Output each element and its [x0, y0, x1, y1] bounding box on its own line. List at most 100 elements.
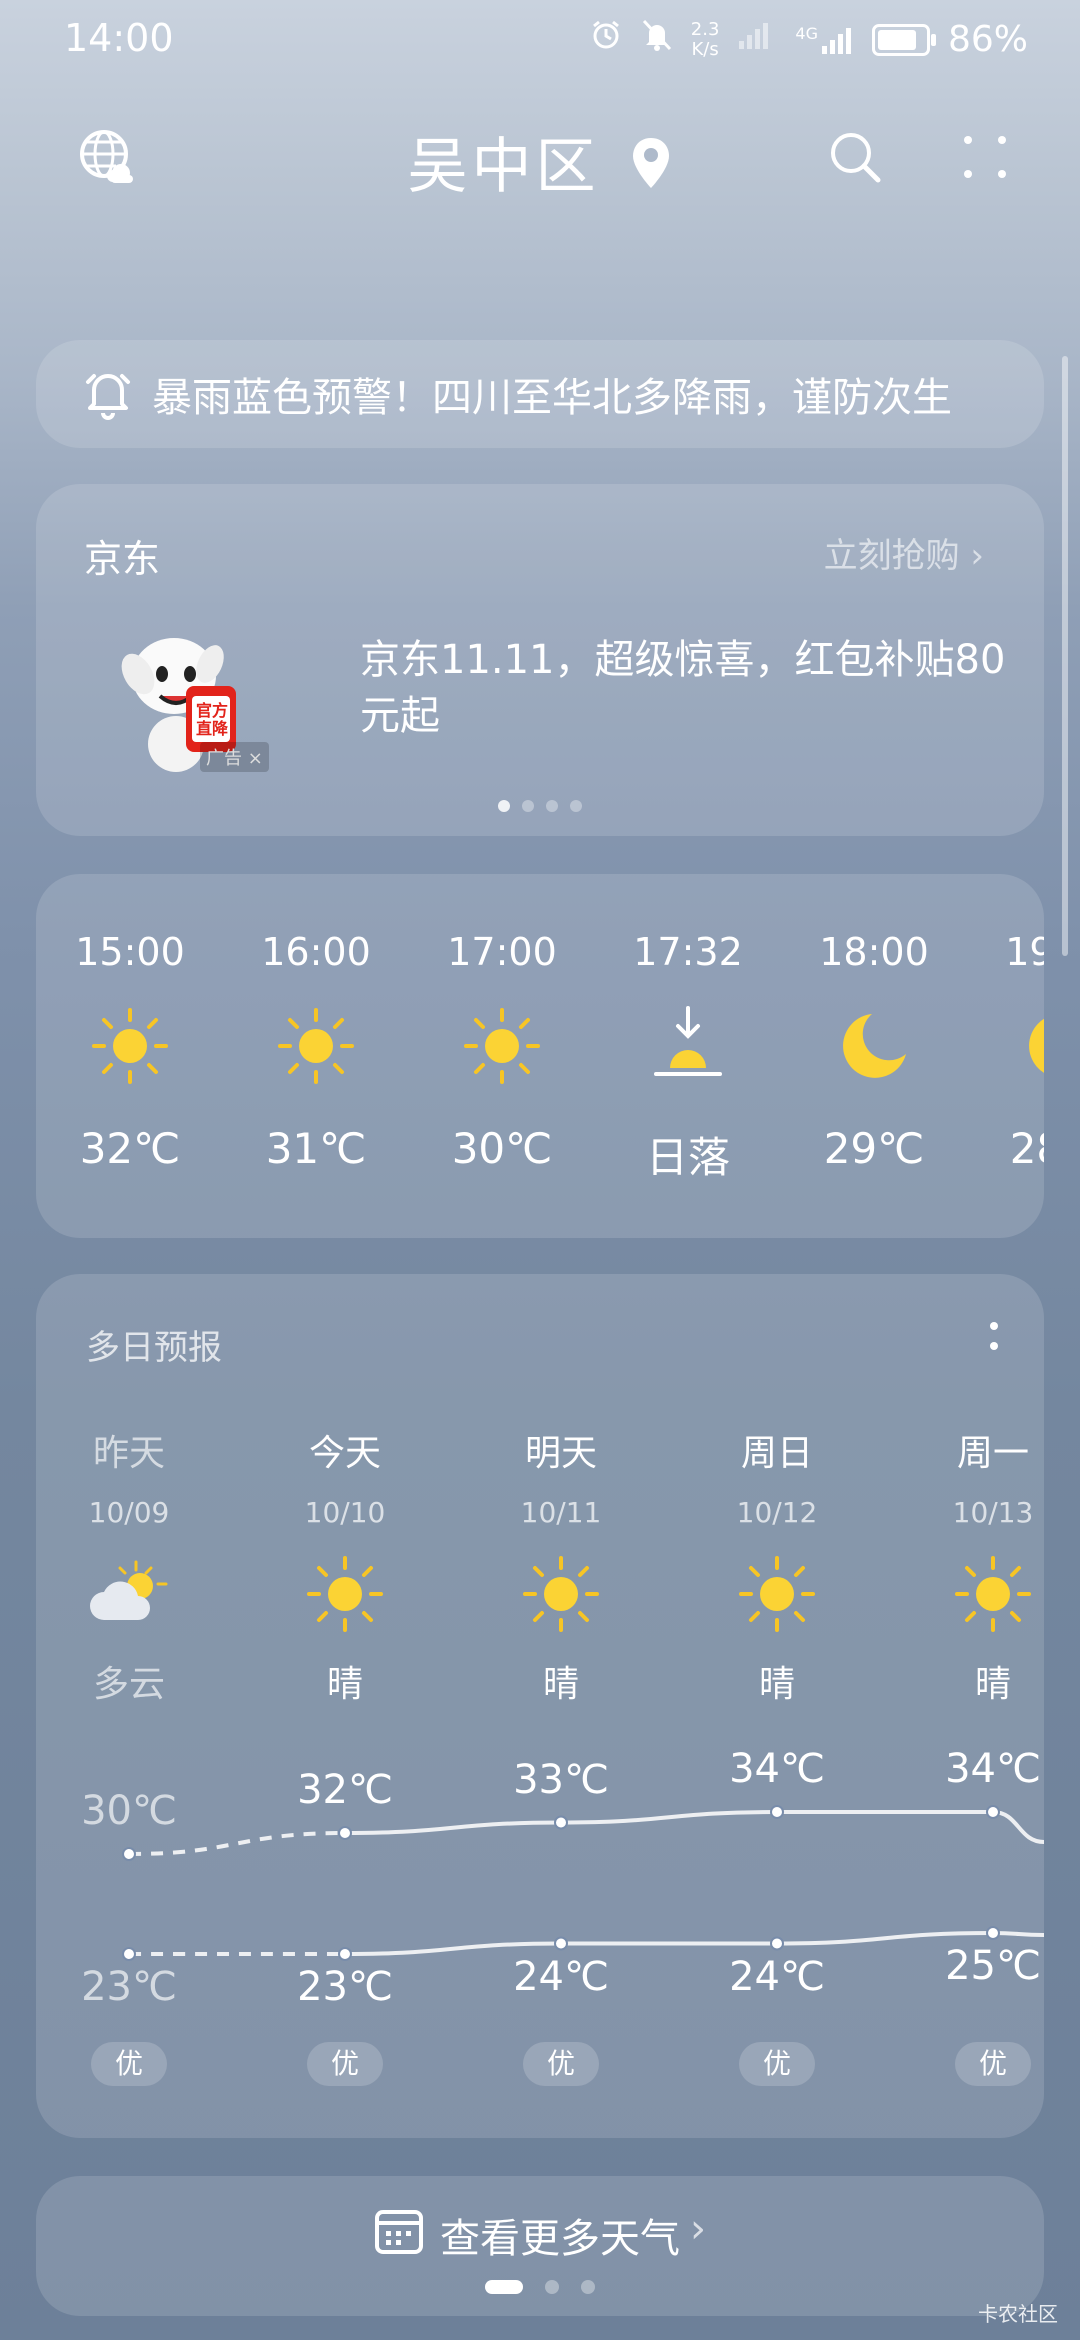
alarm-icon	[589, 18, 623, 61]
high-temp-label: 30℃	[81, 1788, 177, 1834]
high-temp-label: 34℃	[729, 1746, 825, 1792]
chevron-right-icon: ›	[690, 2206, 706, 2252]
net-speed-unit: K/s	[691, 38, 719, 60]
hourly-time: 17:00	[447, 930, 557, 974]
hourly-item: 18:00 29℃	[794, 874, 954, 1173]
status-time: 14:00	[64, 16, 174, 60]
daily-forecast[interactable]: 多日预报 昨天 10/09 多云 今天 10/10 晴 明天 10/11 晴 周…	[36, 1274, 1044, 2138]
hourly-time: 18:00	[819, 930, 929, 974]
carousel-dot[interactable]	[546, 800, 558, 812]
bell-icon	[84, 368, 132, 420]
battery-icon	[871, 23, 936, 56]
watermark: 卡农社区	[978, 2302, 1058, 2326]
more-weather-label: 查看更多天气	[440, 2216, 680, 2262]
trend-segment	[992, 1810, 1044, 1844]
moon-icon	[980, 1004, 1044, 1088]
sunset-icon	[608, 1004, 768, 1088]
low-temp-point	[770, 1936, 784, 1951]
alert-text: 暴雨蓝色预警！四川至华北多降雨，谨防次生	[152, 375, 952, 421]
low-temp-point	[122, 1947, 136, 1961]
moon-icon	[794, 1004, 954, 1088]
hourly-time: 15:00	[75, 930, 185, 974]
weather-alert-banner[interactable]: 暴雨蓝色预警！四川至华北多降雨，谨防次生	[36, 340, 1044, 448]
sun-icon	[236, 1004, 396, 1088]
ad-card[interactable]: 京东 立刻抢购 › 官方直降 广告 × 京东11.11，超级惊喜，红包补贴80元…	[36, 484, 1044, 836]
past-trend-segment	[128, 1831, 346, 1856]
hourly-temp: 30℃	[451, 1124, 553, 1173]
page-dot[interactable]	[545, 2280, 559, 2294]
city-title[interactable]: 吴中区	[0, 118, 1080, 205]
high-temp-point	[338, 1826, 352, 1840]
battery-percent: 86%	[947, 19, 1028, 60]
air-quality-badge: 优	[91, 2042, 167, 2086]
signal-label: 4G	[795, 23, 818, 43]
high-temp-point	[122, 1847, 136, 1861]
hourly-item: 19:00 28℃	[980, 874, 1044, 1173]
calendar-icon	[374, 2206, 424, 2266]
high-temp-point	[770, 1805, 784, 1819]
page-indicator	[0, 2280, 1080, 2294]
ad-brand: 京东	[84, 537, 161, 581]
trend-segment	[560, 1810, 778, 1825]
high-temp-label: 32℃	[297, 1767, 393, 1813]
signal-4g-icon: 4G	[795, 24, 854, 56]
low-temp-point	[554, 1936, 568, 1951]
ad-cta-link[interactable]: 立刻抢购 ›	[824, 528, 984, 577]
air-quality-badge: 优	[523, 2042, 599, 2086]
sun-icon	[50, 1004, 210, 1088]
ad-close-tag[interactable]: 广告 ×	[200, 742, 269, 772]
hourly-item: 15:00 32℃	[50, 874, 210, 1173]
trend-segment	[776, 1931, 994, 1946]
network-speed: 2.3 K/s	[690, 18, 720, 60]
air-quality-badge: 优	[955, 2042, 1031, 2086]
trend-segment	[992, 1931, 1044, 1937]
hourly-time: 19:00	[1005, 930, 1044, 974]
trend-segment	[344, 1941, 562, 1956]
hourly-temp: 日落	[645, 1133, 730, 1182]
mascot-sign-text: 官方直降	[195, 701, 228, 738]
sun-icon	[422, 1004, 582, 1088]
high-temp-point	[986, 1805, 1000, 1819]
ad-text: 京东11.11，超级惊喜，红包补贴80元起	[360, 637, 1006, 739]
status-bar: 14:00 2.3 K/s 4G 86%	[0, 0, 1080, 80]
hourly-time: 17:32	[633, 930, 743, 974]
low-temp-label: 23℃	[81, 1964, 177, 2010]
air-quality-badge: 优	[307, 2042, 383, 2086]
city-name: 吴中区	[407, 132, 600, 202]
page-dot[interactable]	[485, 2280, 523, 2294]
low-temp-point	[986, 1926, 1000, 1940]
low-temp-label: 24℃	[513, 1953, 609, 2000]
high-temp-point	[554, 1815, 568, 1830]
hourly-item: 17:32 日落	[608, 874, 768, 1185]
carousel-dot[interactable]	[498, 800, 510, 812]
hourly-time: 16:00	[261, 930, 371, 974]
signal-icon	[737, 19, 777, 60]
search-icon[interactable]	[820, 122, 890, 192]
low-temp-point	[338, 1947, 352, 1961]
hourly-temp: 28℃	[1009, 1124, 1044, 1173]
mute-bell-icon	[641, 18, 673, 61]
hourly-temp: 32℃	[79, 1124, 181, 1173]
high-temp-label: 33℃	[513, 1756, 609, 1803]
ad-cta-label: 立刻抢购	[823, 536, 960, 576]
carousel-dot[interactable]	[570, 800, 582, 812]
carousel-dot[interactable]	[522, 800, 534, 812]
trend-segment	[344, 1820, 562, 1835]
more-weather-button[interactable]: 查看更多天气 ›	[36, 2176, 1044, 2316]
page-dot[interactable]	[581, 2280, 595, 2294]
hourly-item: 17:00 30℃	[422, 874, 582, 1173]
low-temp-label: 23℃	[297, 1964, 393, 2010]
carousel-dots	[36, 800, 1044, 812]
location-pin-icon	[629, 135, 673, 205]
status-icons: 2.3 K/s 4G 86%	[589, 18, 1028, 61]
air-quality-badge: 优	[739, 2042, 815, 2086]
low-temp-label: 24℃	[729, 1953, 825, 2000]
hourly-temp: 29℃	[823, 1124, 925, 1173]
scrollbar[interactable]	[1062, 356, 1068, 956]
more-menu-icon[interactable]	[950, 122, 1020, 192]
high-temp-label: 34℃	[945, 1746, 1041, 1792]
net-speed-value: 2.3	[690, 18, 720, 40]
hourly-forecast[interactable]: 15:00 32℃ 16:00 31℃ 17:00 30℃ 17:32 日落 1…	[36, 874, 1044, 1238]
hourly-temp: 31℃	[265, 1124, 367, 1173]
chevron-right-icon: ›	[970, 536, 984, 576]
